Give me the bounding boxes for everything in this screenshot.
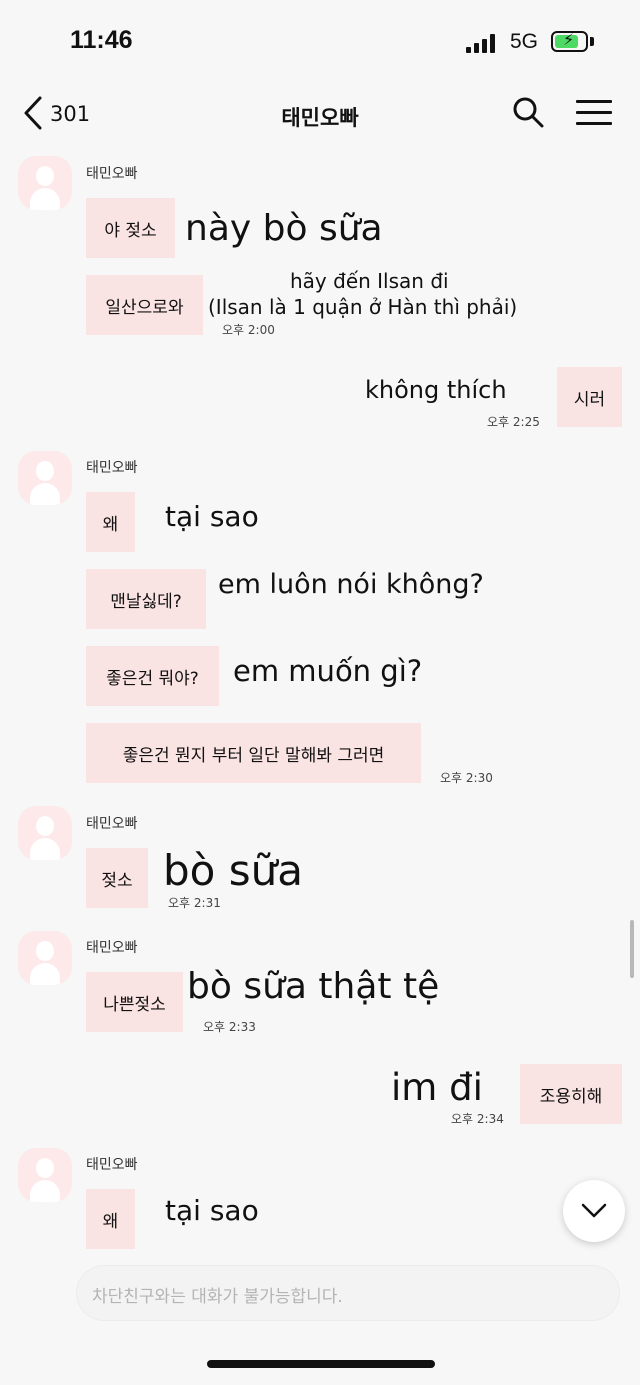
- avatar[interactable]: [18, 806, 72, 860]
- translation-caption: hãy đến Ilsan đi: [290, 269, 449, 293]
- avatar[interactable]: [18, 1148, 72, 1202]
- avatar[interactable]: [18, 156, 72, 210]
- translation-caption: tại sao: [165, 500, 259, 533]
- hamburger-menu-icon[interactable]: [576, 100, 612, 126]
- message-bubble[interactable]: 맨날싫데?: [86, 569, 206, 629]
- message-bubble[interactable]: 나쁜젖소: [86, 972, 183, 1032]
- message-bubble[interactable]: 왜: [86, 492, 135, 552]
- message-time: 오후 2:00: [222, 323, 275, 337]
- message-time: 오후 2:31: [168, 896, 221, 910]
- translation-caption: em muốn gì?: [233, 654, 423, 688]
- message-bubble[interactable]: 젖소: [86, 848, 148, 908]
- message-time: 오후 2:33: [203, 1020, 256, 1034]
- chevron-down-icon: [581, 1203, 607, 1218]
- input-placeholder: 차단친구와는 대화가 불가능합니다.: [92, 1287, 343, 1307]
- translation-caption: em luôn nói không?: [218, 569, 484, 600]
- signal-strength-icon: [466, 33, 496, 53]
- sender-name: 태민오빠: [86, 460, 138, 476]
- message-bubble[interactable]: 야 젖소: [86, 198, 175, 258]
- translation-caption: tại sao: [165, 1194, 259, 1227]
- avatar[interactable]: [18, 451, 72, 505]
- translation-caption: (Ilsan là 1 quận ở Hàn thì phải): [208, 295, 518, 319]
- sender-name: 태민오빠: [86, 1157, 138, 1173]
- translation-caption: này bò sữa: [185, 208, 383, 249]
- message-input[interactable]: 차단친구와는 대화가 불가능합니다.: [76, 1265, 620, 1321]
- scrollbar[interactable]: [630, 920, 634, 978]
- status-time: 11:46: [70, 26, 133, 54]
- message-bubble[interactable]: 일산으로와: [86, 275, 203, 335]
- translation-caption: bò sữa thật tệ: [187, 966, 440, 1007]
- sender-name: 태민오빠: [86, 940, 138, 956]
- translation-caption: không thích: [365, 376, 507, 404]
- message-bubble[interactable]: 좋은건 뭔지 부터 일단 말해봐 그러면: [86, 723, 421, 783]
- translation-caption: bò sữa: [163, 846, 303, 895]
- message-bubble[interactable]: 좋은건 뭐야?: [86, 646, 219, 706]
- network-type: 5G: [510, 30, 539, 53]
- sender-name: 태민오빠: [86, 166, 138, 182]
- home-indicator[interactable]: [207, 1360, 435, 1368]
- search-icon[interactable]: [512, 96, 544, 128]
- sender-name: 태민오빠: [86, 816, 138, 832]
- scroll-to-bottom-button[interactable]: [563, 1180, 625, 1242]
- message-bubble[interactable]: 조용히해: [520, 1064, 622, 1124]
- message-time: 오후 2:25: [487, 415, 540, 429]
- avatar[interactable]: [18, 931, 72, 985]
- message-time: 오후 2:30: [440, 771, 493, 785]
- message-bubble[interactable]: 왜: [86, 1189, 135, 1249]
- translation-caption: im đi: [391, 1066, 483, 1109]
- message-bubble[interactable]: 시러: [557, 367, 622, 427]
- chat-title: 태민오빠: [281, 106, 359, 130]
- battery-tip: [590, 37, 594, 46]
- message-time: 오후 2:34: [451, 1112, 504, 1126]
- battery-charging-icon: ⚡: [551, 30, 588, 52]
